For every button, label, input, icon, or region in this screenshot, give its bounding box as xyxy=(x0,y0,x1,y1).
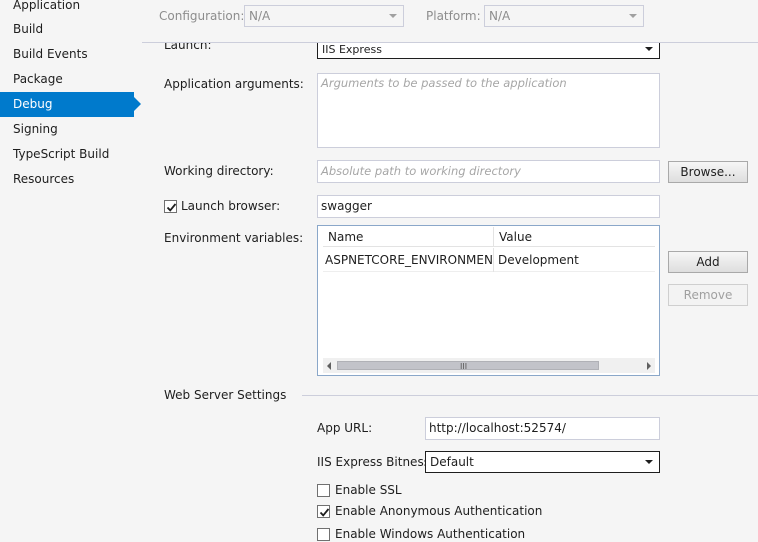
enable-ssl-checkbox[interactable] xyxy=(317,484,330,497)
bitness-value: Default xyxy=(430,455,474,469)
working-dir-placeholder: Absolute path to working directory xyxy=(321,164,521,178)
configuration-value: N/A xyxy=(249,9,271,23)
sidebar-item-package[interactable]: Package xyxy=(0,67,134,92)
app-url-label: App URL: xyxy=(317,421,373,435)
launch-browser-input[interactable]: swagger xyxy=(317,195,660,218)
platform-label: Platform: xyxy=(426,9,481,23)
sidebar: Application Build Build Events Package D… xyxy=(0,0,142,542)
launch-label: Launch: xyxy=(164,43,212,52)
env-vars-grid[interactable]: Name Value ASPNETCORE_ENVIRONMENT Develo… xyxy=(317,225,660,376)
launch-row: Launch: IIS Express xyxy=(142,43,758,63)
launch-browser-value: swagger xyxy=(321,199,372,213)
env-vars-label: Environment variables: xyxy=(164,231,304,245)
scroll-right-icon[interactable] xyxy=(647,362,651,370)
web-server-divider xyxy=(302,395,758,396)
sidebar-item-build[interactable]: Build xyxy=(0,17,134,42)
env-vars-header: Name Value xyxy=(323,227,655,247)
app-args-textarea[interactable]: Arguments to be passed to the applicatio… xyxy=(317,73,660,148)
working-dir-label: Working directory: xyxy=(164,164,274,178)
bitness-select[interactable]: Default xyxy=(425,451,660,473)
windows-auth-checkbox[interactable] xyxy=(317,528,330,541)
env-var-value-cell[interactable]: Development xyxy=(494,248,655,272)
debug-settings-panel: Configuration: N/A Platform: N/A Launch:… xyxy=(142,0,758,542)
sidebar-item-typescript-build[interactable]: TypeScript Build xyxy=(0,142,134,167)
chevron-down-icon xyxy=(645,460,653,464)
column-header-name[interactable]: Name xyxy=(323,227,494,247)
launch-browser-label: Launch browser: xyxy=(181,199,281,213)
anonymous-auth-checkbox[interactable] xyxy=(317,505,330,518)
add-button[interactable]: Add xyxy=(668,251,748,273)
sidebar-item-resources[interactable]: Resources xyxy=(0,167,134,192)
working-dir-input[interactable]: Absolute path to working directory xyxy=(317,160,660,183)
sidebar-item-application[interactable]: Application xyxy=(0,0,134,18)
bitness-label: IIS Express Bitness: xyxy=(317,455,434,469)
checkmark-icon xyxy=(319,508,330,517)
configuration-select: N/A xyxy=(244,5,404,27)
chevron-down-icon xyxy=(645,47,653,51)
launch-select[interactable]: IIS Express xyxy=(317,43,660,59)
remove-button: Remove xyxy=(668,284,748,306)
chevron-down-icon xyxy=(389,14,397,18)
scrollbar-grip: III xyxy=(460,362,468,371)
horizontal-scrollbar[interactable]: III xyxy=(323,358,655,373)
windows-auth-label: Enable Windows Authentication xyxy=(335,527,526,541)
env-var-name-cell[interactable]: ASPNETCORE_ENVIRONMENT xyxy=(323,248,494,272)
app-url-input[interactable]: http://localhost:52574/ xyxy=(425,417,660,440)
sidebar-item-signing[interactable]: Signing xyxy=(0,117,134,142)
anonymous-auth-label: Enable Anonymous Authentication xyxy=(335,504,543,518)
launch-value: IIS Express xyxy=(322,43,382,56)
enable-ssl-label: Enable SSL xyxy=(335,483,402,497)
app-args-label: Application arguments: xyxy=(164,77,304,91)
column-header-value[interactable]: Value xyxy=(494,227,655,247)
platform-value: N/A xyxy=(489,9,511,23)
configuration-label: Configuration: xyxy=(159,9,245,23)
sidebar-item-debug[interactable]: Debug xyxy=(0,92,141,117)
scroll-left-icon[interactable] xyxy=(327,362,331,370)
browse-button[interactable]: Browse... xyxy=(668,161,748,183)
app-url-value: http://localhost:52574/ xyxy=(429,421,566,435)
app-args-placeholder: Arguments to be passed to the applicatio… xyxy=(321,76,567,90)
platform-select: N/A xyxy=(484,5,644,27)
sidebar-item-build-events[interactable]: Build Events xyxy=(0,42,134,67)
launch-browser-checkbox[interactable] xyxy=(164,200,177,213)
scrollbar-thumb[interactable]: III xyxy=(337,361,599,371)
table-row[interactable]: ASPNETCORE_ENVIRONMENT Development xyxy=(323,248,655,272)
chevron-down-icon xyxy=(629,14,637,18)
checkmark-icon xyxy=(166,203,177,212)
web-server-section-label: Web Server Settings xyxy=(164,388,287,402)
